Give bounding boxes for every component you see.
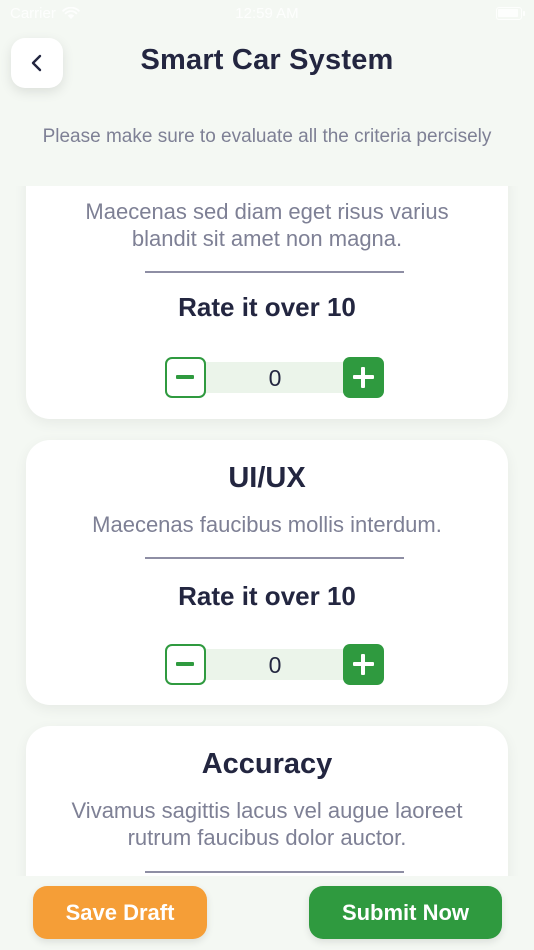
rate-label: Rate it over 10 [178,292,356,322]
divider [145,557,404,559]
save-draft-button[interactable]: Save Draft [33,886,207,939]
criterion-card: Accuracy Vivamus sagittis lacus vel augu… [26,726,508,876]
criterion-card: Maecenas sed diam eget risus varius blan… [26,186,508,419]
criterion-description: Vivamus sagittis lacus vel augue laoreet… [71,798,463,850]
rating-stepper: 0 [165,644,384,685]
page-title: Smart Car System [140,44,394,76]
criterion-description: Maecenas sed diam eget risus varius blan… [85,199,449,251]
battery-icon [496,7,525,20]
criteria-list[interactable]: Maecenas sed diam eget risus varius blan… [0,186,534,876]
minus-button[interactable] [165,357,206,398]
footer-actions: Save Draft Submit Now [0,876,534,950]
rating-value: 0 [268,652,282,678]
criterion-card: UI/UX Maecenas faucibus mollis interdum.… [26,440,508,705]
status-time: 12:59 AM [235,5,299,22]
status-bar: Carrier 12:59 AM [0,0,534,28]
criterion-title: UI/UX [228,462,306,494]
rate-label: Rate it over 10 [178,581,356,611]
rating-value: 0 [268,365,282,391]
page-subtitle: Please make sure to evaluate all the cri… [42,126,492,147]
criterion-description: Maecenas faucibus mollis interdum. [92,512,442,537]
divider [145,271,404,273]
criterion-title: Accuracy [201,748,333,780]
divider [145,871,404,873]
plus-button[interactable] [343,357,384,398]
rating-stepper: 0 [165,357,384,398]
plus-button[interactable] [343,644,384,685]
submit-button[interactable]: Submit Now [309,886,502,939]
minus-button[interactable] [165,644,206,685]
